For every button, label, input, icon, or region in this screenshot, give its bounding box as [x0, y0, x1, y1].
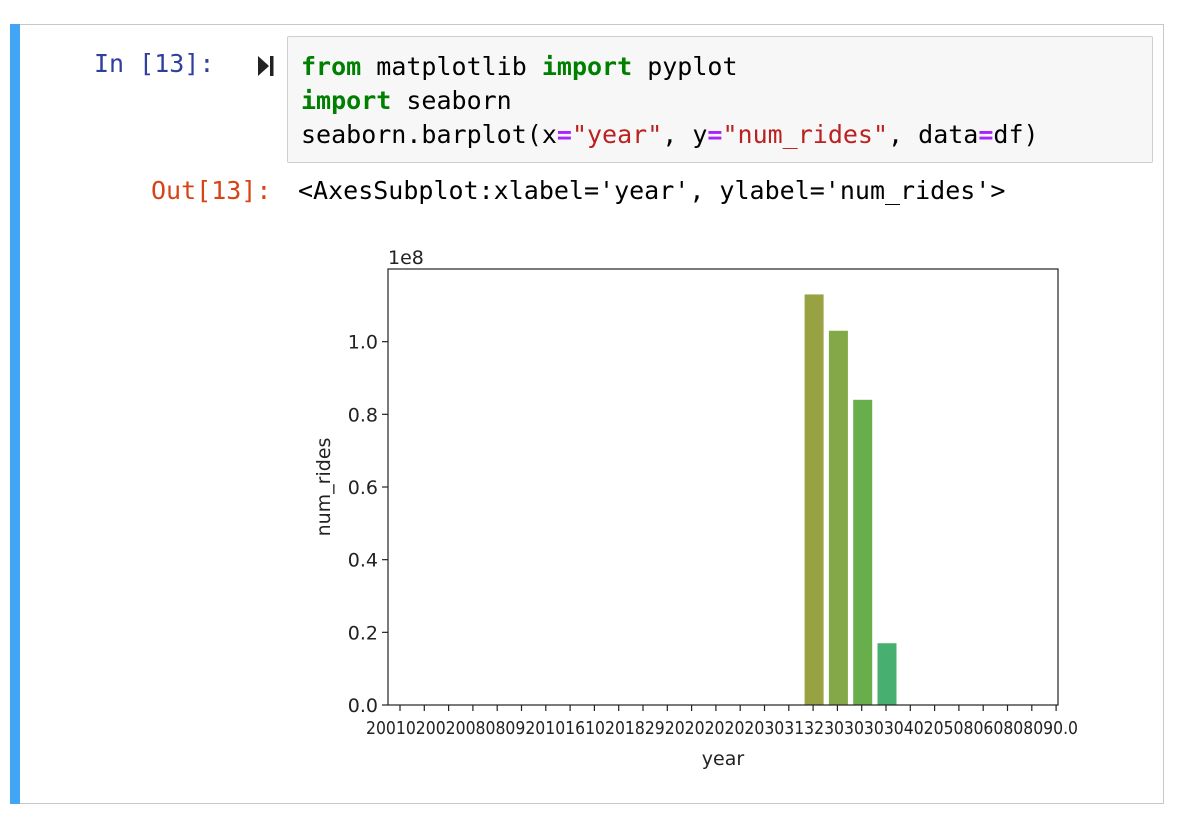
bar-2019 [853, 399, 873, 705]
y-tick-label: 0.0 [348, 695, 378, 717]
x-axis-ticks [399, 705, 1057, 711]
y-tick-label: 0.2 [348, 622, 378, 644]
y-tick-label: 0.4 [348, 550, 378, 572]
chart-axes-frame [387, 268, 1059, 706]
y-axis-ticks: 0.0 0.2 0.4 0.6 0.8 1.0 [348, 332, 388, 717]
y-tick-label: 0.8 [348, 404, 378, 426]
bar-chart: 0.0 0.2 0.4 0.6 0.8 1.0 1e8 20010200200808092… [313, 247, 1078, 770]
bar-2018 [828, 330, 848, 705]
bar-2020 [877, 643, 897, 705]
y-axis-label: num_rides [313, 438, 335, 537]
chart-bars [804, 294, 897, 705]
y-tick-label: 0.6 [348, 477, 378, 499]
y-offset-label: 1e8 [388, 247, 424, 269]
x-tick-labels: 2001020020080809201016102018292020202020… [366, 718, 1078, 739]
y-tick-label: 1.0 [348, 332, 378, 354]
x-axis-label: year [702, 748, 745, 770]
bar-2017 [804, 294, 824, 705]
